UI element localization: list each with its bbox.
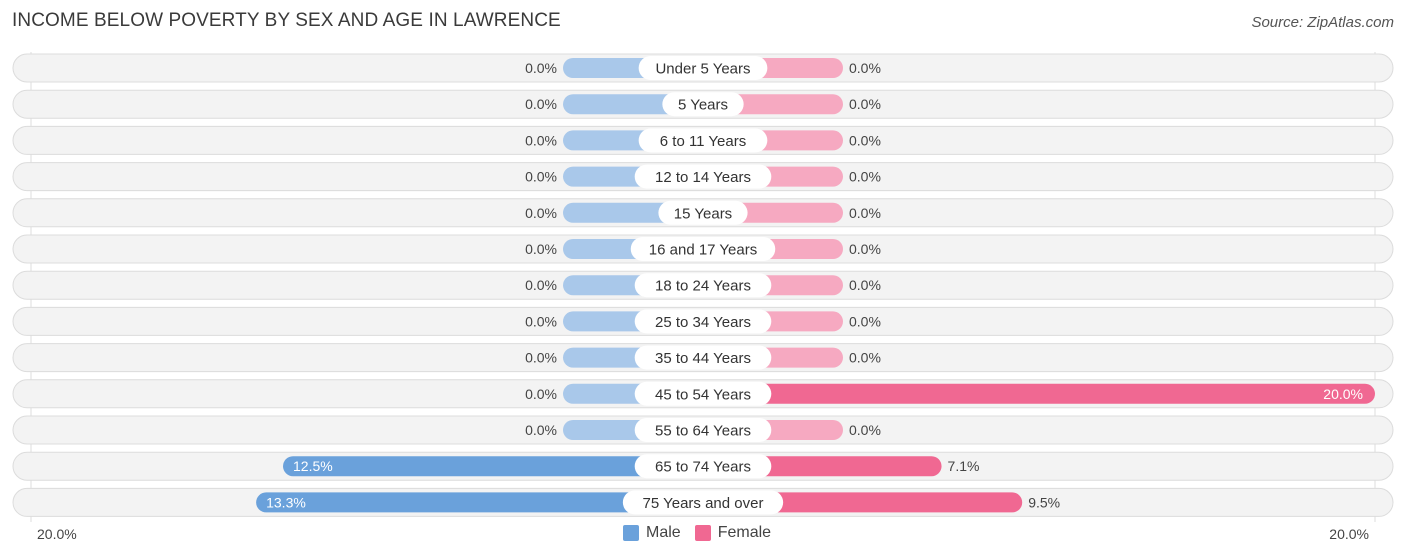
value-label-female: 7.1% — [948, 458, 980, 474]
category-label: 18 to 24 Years — [655, 278, 751, 295]
value-label-male: 0.0% — [525, 60, 557, 76]
category-label: 15 Years — [674, 205, 732, 222]
value-label-male: 0.0% — [525, 96, 557, 112]
legend-swatch-female — [694, 525, 711, 541]
category-label: 5 Years — [678, 97, 728, 114]
value-label-male: 0.0% — [525, 205, 557, 221]
bar-female — [703, 383, 1375, 404]
value-label-female: 0.0% — [849, 169, 881, 185]
value-label-female: 9.5% — [1028, 494, 1060, 510]
chart-svg: Under 5 Years 0.0% 0.0% 5 Years 0.0% 0.0% 6 to… — [12, 52, 1394, 522]
value-label-female: 0.0% — [849, 205, 881, 221]
legend-item-female[interactable]: Female — [694, 524, 772, 542]
legend: Male Female — [623, 524, 785, 542]
category-label: 16 and 17 Years — [649, 242, 757, 259]
legend-label-male: Male — [646, 524, 681, 541]
category-label: Under 5 Years — [655, 61, 750, 78]
value-label-female: 0.0% — [849, 132, 881, 148]
category-label: 55 to 64 Years — [655, 423, 751, 440]
axis-label-right: 20.0% — [1329, 526, 1369, 542]
legend-swatch-male — [623, 525, 639, 541]
value-label-female: 0.0% — [849, 60, 881, 76]
value-label-female: 0.0% — [849, 350, 881, 366]
value-label-male: 0.0% — [525, 350, 557, 366]
value-label-male: 0.0% — [525, 241, 557, 257]
category-label: 6 to 11 Years — [660, 133, 746, 150]
category-label: 45 to 54 Years — [655, 386, 751, 403]
value-label-female: 20.0% — [1323, 386, 1363, 402]
value-label-male: 0.0% — [525, 277, 557, 293]
category-label: 25 to 34 Years — [655, 314, 751, 331]
category-label: 75 Years and over — [643, 495, 764, 512]
category-label: 65 to 74 Years — [655, 459, 751, 476]
value-label-male: 0.0% — [525, 313, 557, 329]
value-label-female: 0.0% — [849, 422, 881, 438]
value-label-male: 0.0% — [525, 169, 557, 185]
value-label-female: 0.0% — [849, 313, 881, 329]
value-label-female: 0.0% — [849, 241, 881, 257]
value-label-female: 0.0% — [849, 96, 881, 112]
value-label-male: 0.0% — [525, 422, 557, 438]
legend-item-male[interactable]: Male — [623, 524, 681, 542]
value-label-male: 0.0% — [525, 386, 557, 402]
legend-label-female: Female — [717, 524, 772, 541]
category-label: 35 to 44 Years — [655, 350, 751, 367]
value-label-female: 0.0% — [849, 277, 881, 293]
value-label-male: 13.3% — [266, 494, 306, 510]
value-label-male: 12.5% — [293, 458, 333, 474]
axis-label-left: 20.0% — [37, 526, 77, 542]
category-label: 12 to 14 Years — [655, 169, 751, 186]
value-label-male: 0.0% — [525, 132, 557, 148]
